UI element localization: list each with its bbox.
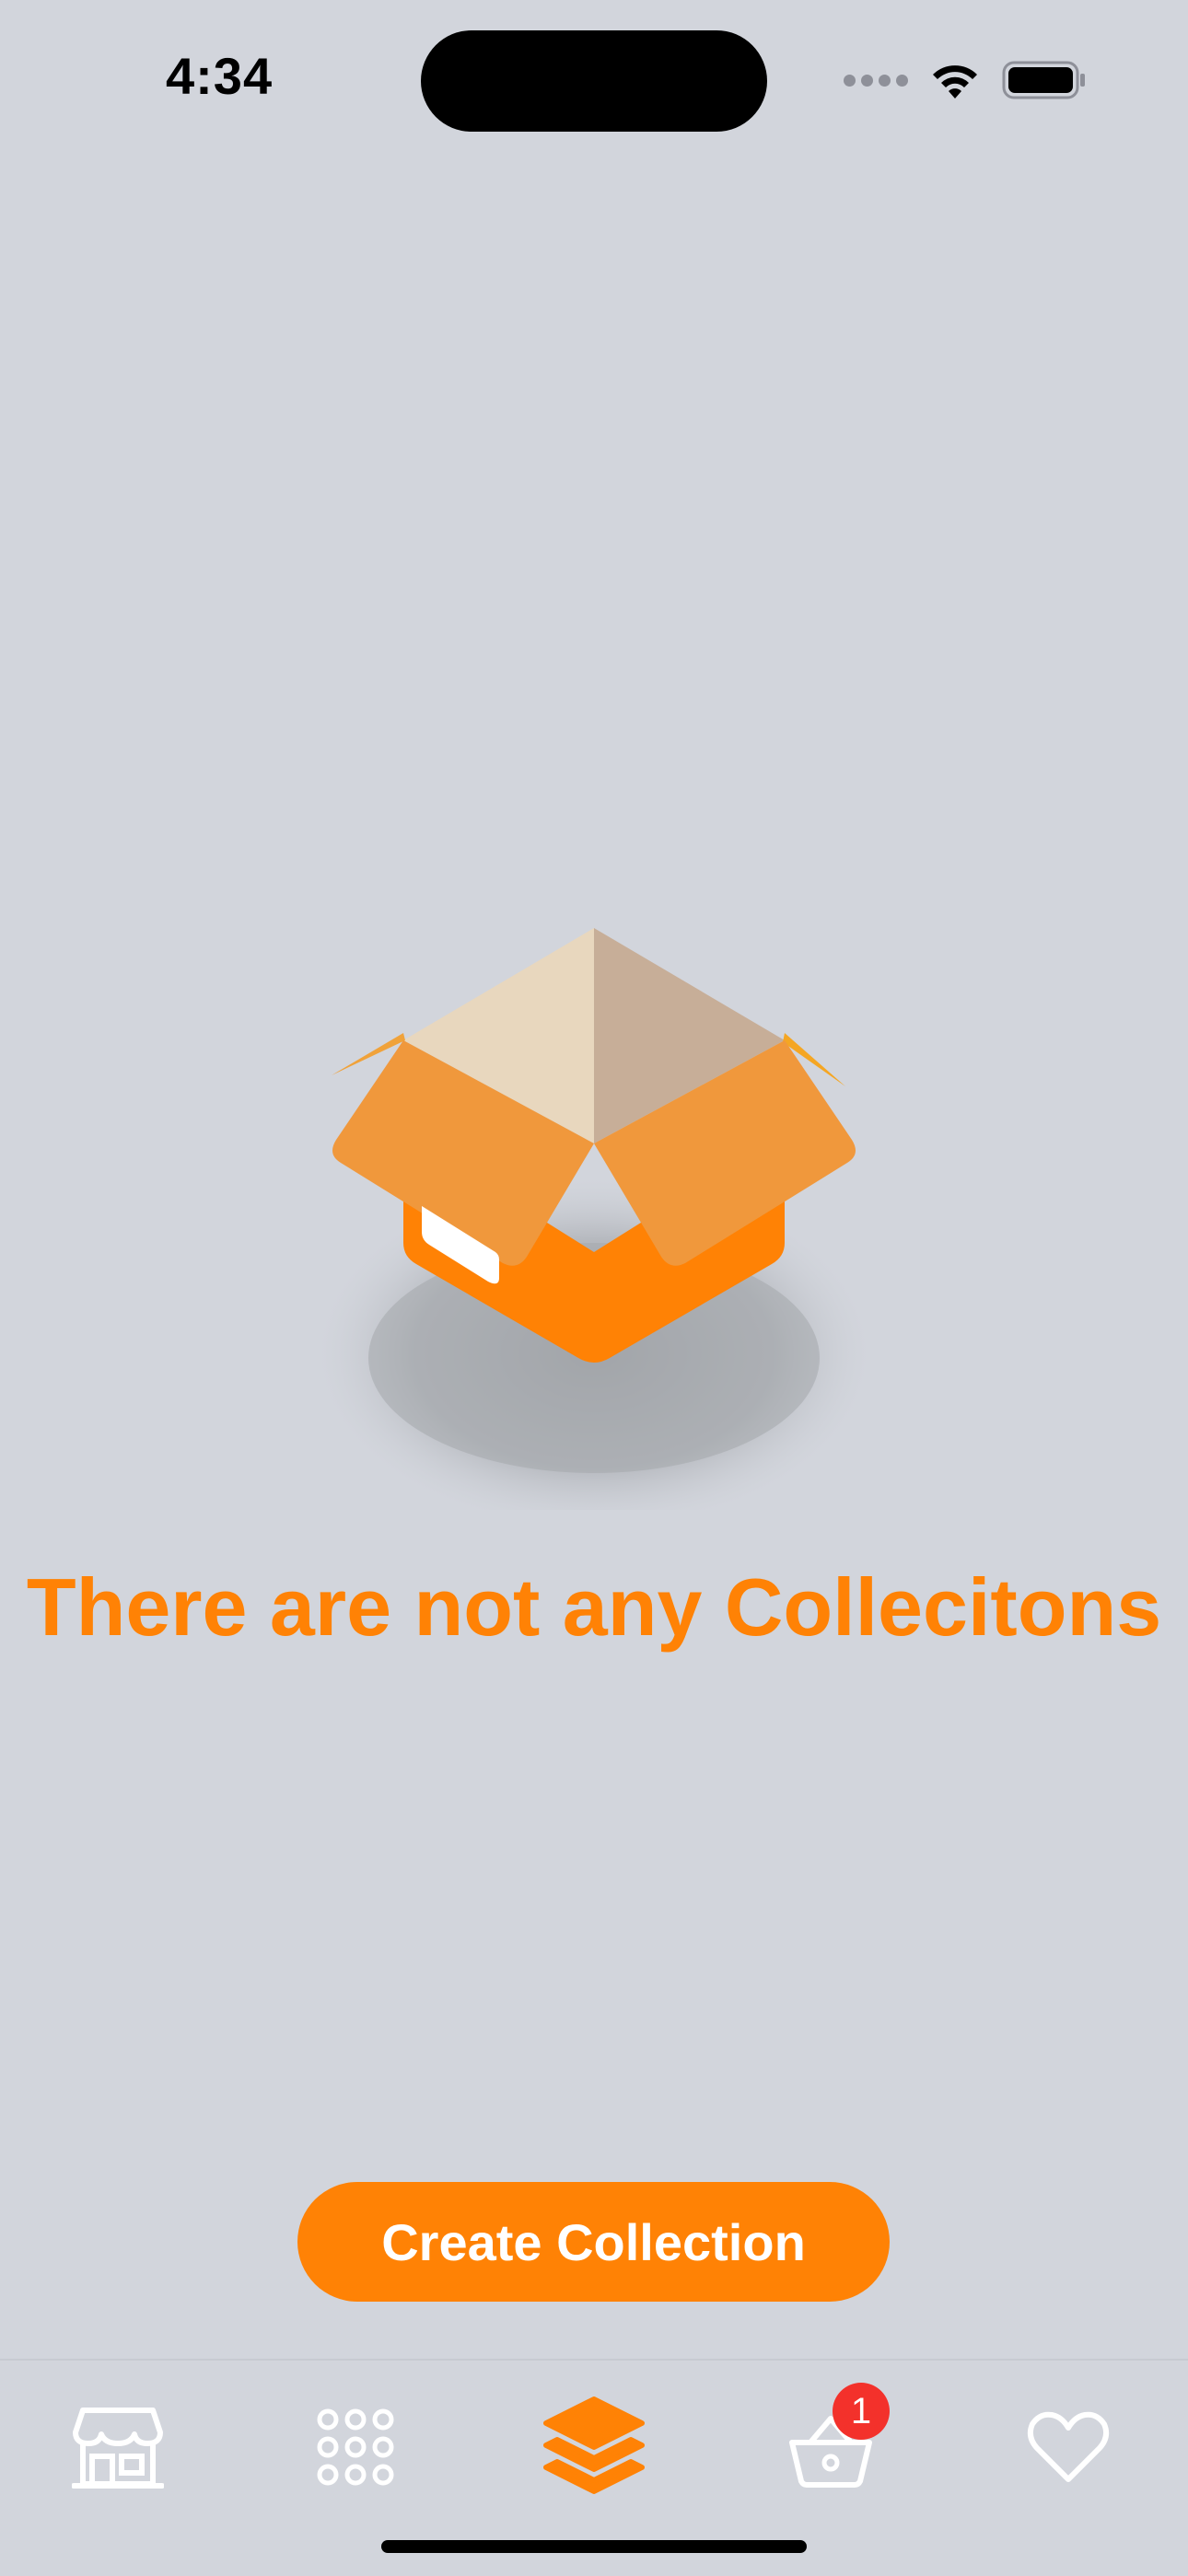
status-icons [844, 57, 1087, 103]
basket-badge: 1 [833, 2383, 890, 2440]
store-icon [72, 2408, 164, 2489]
grid-icon [317, 2408, 394, 2486]
status-bar: 4:34 [0, 0, 1188, 157]
empty-state-title: There are not any Collecitons [26, 1561, 1162, 1653]
heart-icon [1027, 2411, 1110, 2482]
tab-favorites[interactable] [1004, 2383, 1133, 2512]
collections-stack-icon [543, 2396, 645, 2494]
dynamic-island [421, 30, 767, 132]
wifi-icon [933, 65, 977, 99]
battery-icon [1002, 61, 1085, 99]
tab-categories[interactable] [291, 2383, 420, 2512]
status-time: 4:34 [166, 47, 274, 105]
tab-basket[interactable]: 1 [766, 2383, 895, 2512]
cellular-signal-icon [844, 74, 908, 87]
tab-store[interactable] [53, 2383, 182, 2512]
home-indicator [381, 2540, 807, 2553]
tab-collections[interactable] [530, 2383, 658, 2512]
create-collection-button[interactable]: Create Collection [297, 2182, 890, 2302]
open-box-icon [318, 928, 870, 1510]
